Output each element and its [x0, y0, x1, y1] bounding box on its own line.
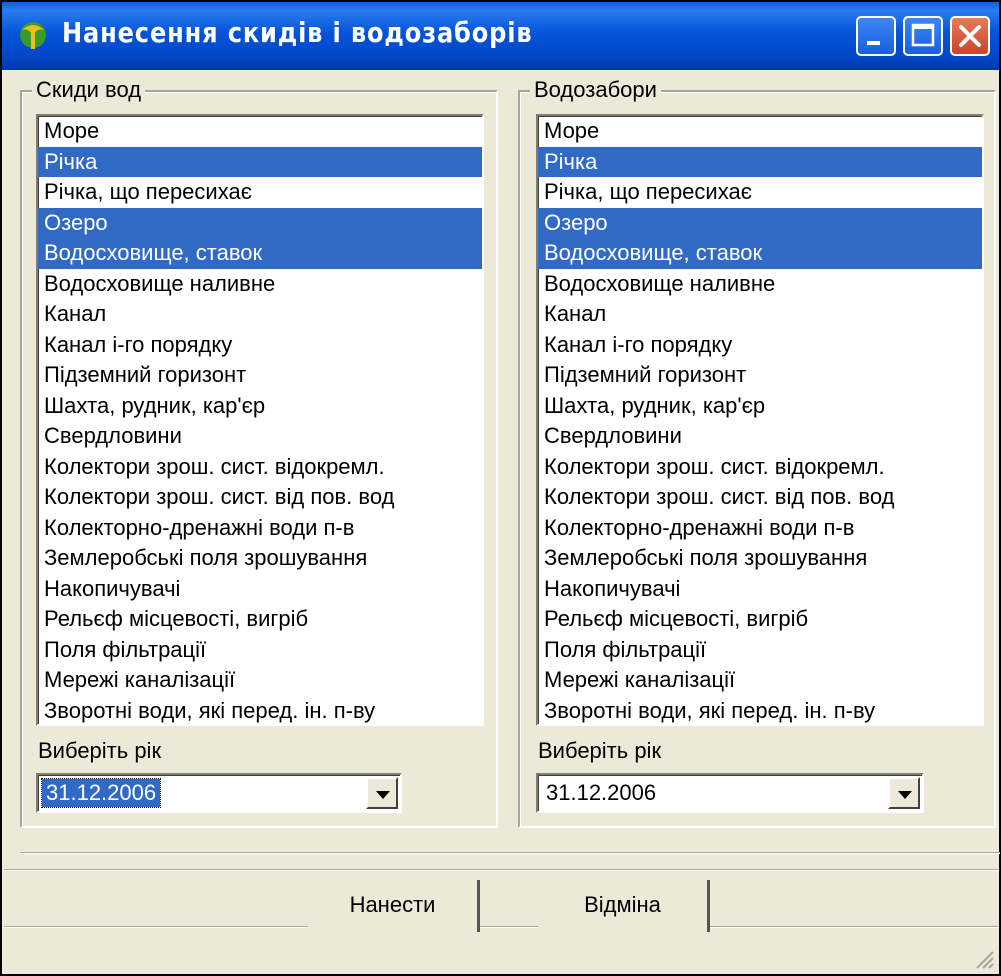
list-item[interactable]: Колекторно-дренажні води п-в — [538, 513, 982, 544]
maximize-icon — [911, 23, 935, 47]
intakes-year-value: 31.12.2006 — [546, 780, 657, 805]
intakes-listbox[interactable]: Море Річка Річка, що пересихає Озеро Водосхо… — [536, 114, 984, 726]
list-item[interactable]: Річка — [538, 146, 982, 177]
list-item[interactable]: Море — [38, 116, 482, 147]
list-item[interactable]: Озеро — [538, 207, 982, 238]
intakes-year-select[interactable]: 31.12.2006 — [536, 773, 924, 813]
list-item[interactable]: Мережі каналізації — [38, 665, 482, 696]
list-item[interactable]: Зворотні води, які перед. ін. п-ву — [538, 696, 982, 725]
list-item[interactable]: Рельєф місцевості, вигріб — [38, 604, 482, 635]
intakes-year-dropdown-button[interactable] — [888, 777, 920, 809]
list-item[interactable]: Поля фільтрації — [538, 635, 982, 666]
discharges-listbox[interactable]: Море Річка Річка, що пересихає Озеро Водосхо… — [36, 114, 484, 726]
button-panel-divider — [4, 869, 999, 871]
discharges-year-dropdown-button[interactable] — [366, 777, 398, 809]
list-item[interactable]: Канал — [38, 299, 482, 330]
list-item[interactable]: Річка, що пересихає — [538, 177, 982, 208]
list-item[interactable]: Колектори зрош. сист. відокремл. — [538, 452, 982, 483]
list-item[interactable]: Водосховище, ставок — [538, 238, 982, 269]
intakes-caption: Водозабори — [530, 77, 661, 103]
discharges-year-select[interactable]: 31.12.2006 — [36, 773, 402, 813]
resize-grip-icon[interactable] — [971, 946, 995, 970]
title-bar[interactable]: Нанесення скидів і водозаборів — [2, 2, 999, 70]
list-item[interactable]: Накопичувачі — [38, 574, 482, 605]
list-item[interactable]: Колектори зрош. сист. відокремл. — [38, 452, 482, 483]
window-title: Нанесення скидів і водозаборів — [62, 16, 533, 49]
intakes-year-label: Виберіть рік — [538, 738, 662, 763]
list-item[interactable]: Шахта, рудник, кар'єр — [38, 391, 482, 422]
list-item[interactable]: Підземний горизонт — [38, 360, 482, 391]
list-item[interactable]: Зворотні води, які перед. ін. п-ву — [38, 696, 482, 725]
list-item[interactable]: Землеробські поля зрошування — [538, 543, 982, 574]
list-item[interactable]: Свердловини — [538, 421, 982, 452]
list-item[interactable]: Шахта, рудник, кар'єр — [538, 391, 982, 422]
list-item[interactable]: Колекторно-дренажні води п-в — [38, 513, 482, 544]
list-item[interactable]: Канал і-го порядку — [38, 330, 482, 361]
list-item[interactable]: Колектори зрош. сист. від пов. вод — [538, 482, 982, 513]
chevron-down-icon — [898, 791, 912, 799]
discharges-year-value: 31.12.2006 — [40, 778, 162, 808]
chevron-down-icon — [376, 791, 390, 799]
app-icon — [20, 22, 46, 49]
cancel-button[interactable]: Відміна — [538, 880, 710, 932]
list-item[interactable]: Річка — [38, 146, 482, 177]
list-item[interactable]: Море — [538, 116, 982, 147]
minimize-icon — [867, 41, 880, 45]
separator — [20, 852, 1000, 854]
list-item[interactable]: Накопичувачі — [538, 574, 982, 605]
list-item[interactable]: Рельєф місцевості, вигріб — [538, 604, 982, 635]
close-button[interactable] — [950, 16, 990, 56]
list-item[interactable]: Колектори зрош. сист. від пов. вод — [38, 482, 482, 513]
list-item[interactable]: Поля фільтрації — [38, 635, 482, 666]
apply-button[interactable]: Нанести — [308, 880, 480, 932]
list-item[interactable]: Канал — [538, 299, 982, 330]
list-item[interactable]: Озеро — [38, 207, 482, 238]
discharges-caption: Скиди вод — [32, 77, 146, 103]
list-item[interactable]: Водосховище, ставок — [38, 238, 482, 269]
list-item[interactable]: Річка, що пересихає — [38, 177, 482, 208]
maximize-button[interactable] — [903, 16, 943, 56]
dialog-window: Нанесення скидів і водозаборів Скиди вод… — [0, 0, 1001, 976]
close-icon — [959, 25, 981, 47]
list-item[interactable]: Водосховище наливне — [538, 269, 982, 300]
list-item[interactable]: Канал і-го порядку — [538, 330, 982, 361]
discharges-year-label: Виберіть рік — [38, 738, 162, 763]
list-item[interactable]: Водосховище наливне — [38, 269, 482, 300]
list-item[interactable]: Землеробські поля зрошування — [38, 543, 482, 574]
list-item[interactable]: Свердловини — [38, 421, 482, 452]
list-item[interactable]: Мережі каналізації — [538, 665, 982, 696]
list-item[interactable]: Підземний горизонт — [538, 360, 982, 391]
minimize-button[interactable] — [856, 16, 896, 56]
status-bar-divider — [4, 926, 999, 928]
